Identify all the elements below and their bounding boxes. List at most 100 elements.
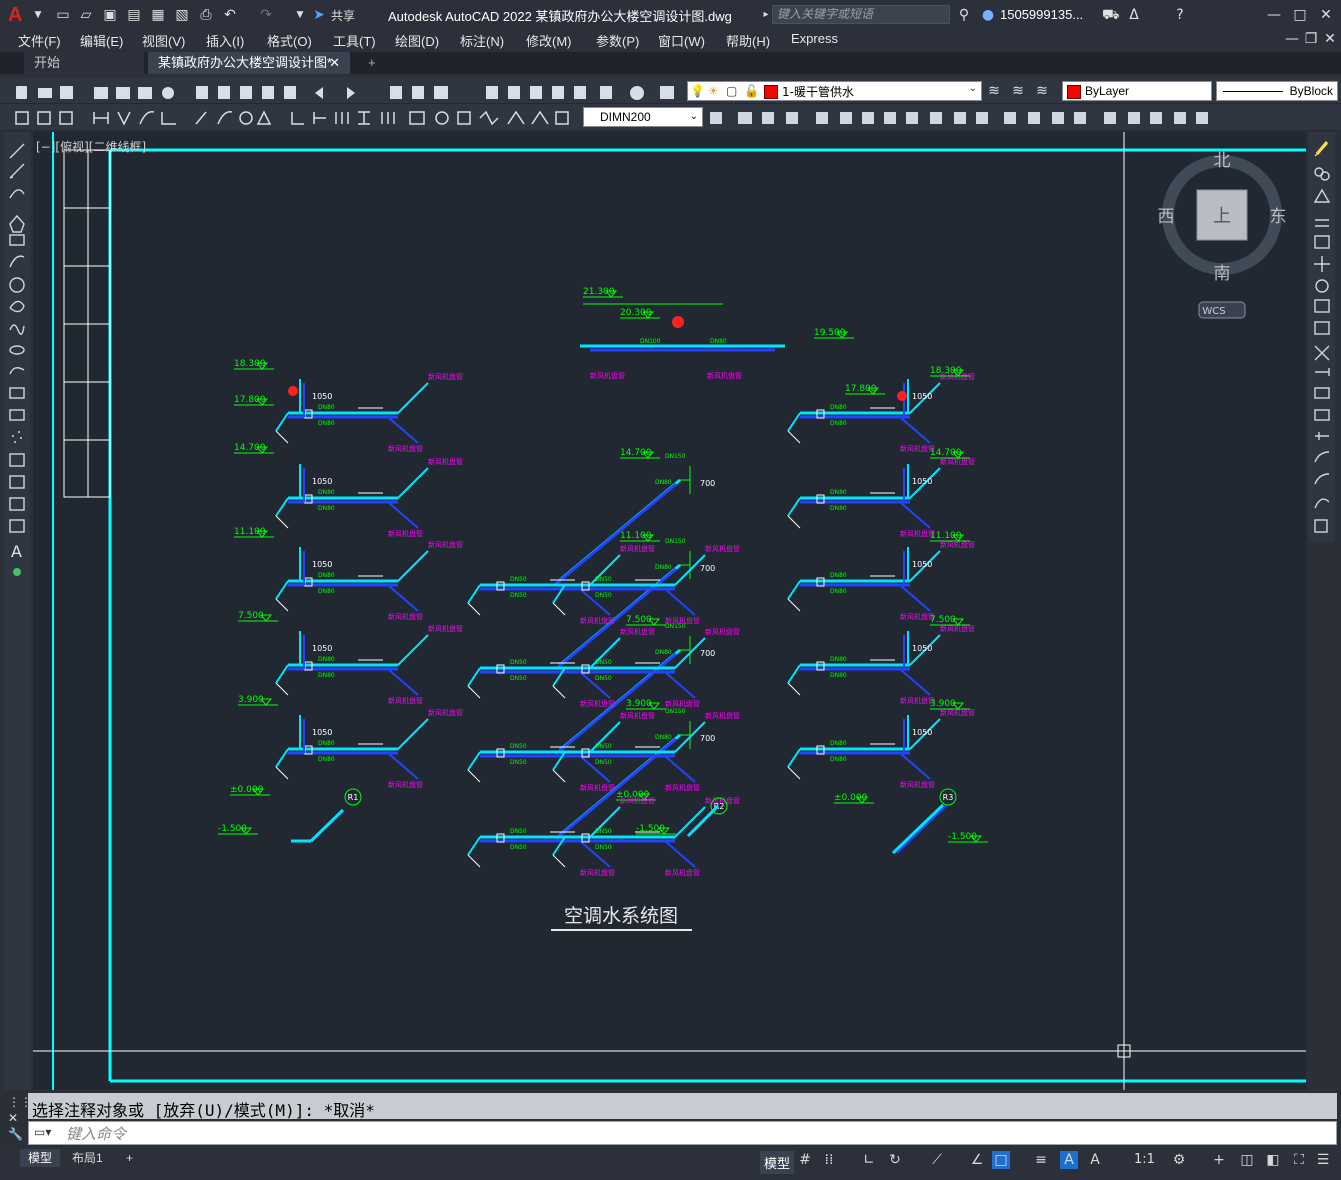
tab-layout1[interactable]: 布局1 bbox=[64, 1149, 111, 1167]
new-tab-button[interactable]: + bbox=[358, 52, 382, 74]
app-menu-arrow-icon[interactable]: ▼ bbox=[30, 7, 46, 23]
viewport-controls[interactable]: [−][俯视][二维线框] bbox=[36, 138, 146, 155]
modify-toolbar-icons[interactable] bbox=[706, 106, 1216, 128]
help-icon[interactable]: ? bbox=[1172, 7, 1188, 23]
equipment-label: 新风机盘管 bbox=[705, 711, 740, 720]
branch-pipe bbox=[397, 382, 429, 414]
branch-pipe bbox=[387, 416, 419, 444]
hardware-accel-icon[interactable]: ◧ bbox=[1264, 1151, 1282, 1169]
grid-icon[interactable]: # bbox=[796, 1151, 814, 1169]
command-prompt-icon[interactable]: ▭▾ bbox=[34, 1125, 51, 1139]
search-icon[interactable]: ⚲ bbox=[956, 7, 972, 23]
save-icon[interactable]: ▣ bbox=[102, 7, 118, 23]
save-web-icon[interactable]: ▧ bbox=[174, 7, 190, 23]
polar-icon[interactable]: ↻ bbox=[886, 1151, 904, 1169]
color-control-dropdown[interactable]: ByLayer bbox=[1062, 81, 1212, 101]
close-icon[interactable]: ✕ bbox=[1318, 7, 1334, 23]
dim-label: 1050 bbox=[312, 392, 332, 401]
search-input[interactable]: 键入关键字或短语 bbox=[772, 5, 950, 24]
tab-start[interactable]: 开始 bbox=[24, 52, 144, 74]
autodesk-a360-icon[interactable]: Δ bbox=[1126, 7, 1142, 23]
plot-icon[interactable]: ⎙ bbox=[198, 7, 214, 23]
menu-express[interactable]: Express bbox=[791, 31, 838, 46]
share-icon[interactable]: ➤ bbox=[311, 7, 327, 23]
menu-window[interactable]: 窗口(W) bbox=[658, 31, 705, 50]
annotation-visibility-icon[interactable]: A bbox=[1060, 1151, 1078, 1169]
layer-dropdown[interactable]: 💡 ☀ ▢ 🔓 1-暖干管供水 ⌄ bbox=[687, 81, 982, 101]
dim-style-dropdown[interactable]: DIMN200 ⌄ bbox=[583, 107, 703, 127]
isolate-icon[interactable]: ◫ bbox=[1238, 1151, 1256, 1169]
branch-pipe bbox=[664, 755, 696, 783]
menu-modify[interactable]: 修改(M) bbox=[526, 31, 572, 50]
user-name[interactable]: 1505999135... bbox=[1000, 7, 1083, 22]
user-icon[interactable]: ● bbox=[980, 7, 996, 23]
auto-scale-icon[interactable]: A bbox=[1086, 1151, 1104, 1169]
modify-vertical-icons[interactable] bbox=[1309, 132, 1335, 542]
autocad-logo[interactable]: A bbox=[8, 4, 28, 26]
linetype-control-dropdown[interactable]: ByBlock bbox=[1216, 81, 1338, 101]
command-line-handle[interactable]: ⋮⋮ ✕ 🔧 bbox=[8, 1094, 32, 1144]
doc-restore-icon[interactable]: ❐ bbox=[1303, 31, 1319, 47]
menu-tools[interactable]: 工具(T) bbox=[333, 31, 376, 50]
menu-parametric[interactable]: 参数(P) bbox=[596, 31, 639, 50]
menu-insert[interactable]: 插入(I) bbox=[206, 31, 244, 50]
lineweight-icon[interactable]: ≡ bbox=[1032, 1151, 1050, 1169]
draw-toolbar-icons[interactable]: A bbox=[4, 132, 30, 582]
add-layout-button[interactable]: + bbox=[118, 1149, 141, 1167]
cart-icon[interactable]: ⛟ bbox=[1102, 7, 1120, 23]
pipe-size-label: DN80 bbox=[830, 505, 847, 512]
object-snap-icon[interactable]: □ bbox=[992, 1151, 1010, 1169]
menu-view[interactable]: 视图(V) bbox=[142, 31, 185, 50]
share-label[interactable]: 共享 bbox=[331, 7, 355, 24]
open-web-icon[interactable]: ▦ bbox=[150, 7, 166, 23]
layer-properties-icon[interactable]: ≋ bbox=[986, 83, 1002, 99]
elevation-label: 19.500 bbox=[814, 328, 846, 338]
lightbulb-icon: 💡 bbox=[690, 84, 705, 98]
snap-icon[interactable]: ⁞⁞ bbox=[820, 1151, 838, 1169]
save-as-icon[interactable]: ▤ bbox=[126, 7, 142, 23]
menu-format[interactable]: 格式(O) bbox=[267, 31, 312, 50]
minimize-icon[interactable]: — bbox=[1266, 7, 1282, 23]
object-snap-tracking-icon[interactable]: ∠ bbox=[968, 1151, 986, 1169]
menu-draw[interactable]: 绘图(D) bbox=[395, 31, 439, 50]
plus-icon[interactable]: + bbox=[1210, 1151, 1228, 1169]
doc-minimize-icon[interactable]: — bbox=[1284, 31, 1300, 47]
customize-qat-icon[interactable]: ▼ bbox=[292, 7, 308, 23]
equipment-label: 新风机盘管 bbox=[665, 783, 700, 792]
tab-drawing[interactable]: 某镇政府办公大楼空调设计图* ✕ bbox=[148, 52, 350, 74]
doc-close-icon[interactable]: ✕ bbox=[1322, 31, 1338, 47]
dim-label: 1050 bbox=[312, 728, 332, 737]
menu-help[interactable]: 帮助(H) bbox=[726, 31, 770, 50]
new-file-icon[interactable]: ▭ bbox=[55, 7, 71, 23]
clean-screen-icon[interactable]: ⛶ bbox=[1290, 1151, 1308, 1169]
redo-icon[interactable]: ↷ bbox=[258, 7, 274, 23]
layer-previous-icon[interactable]: ≋ bbox=[1034, 83, 1050, 99]
menu-file[interactable]: 文件(F) bbox=[18, 31, 61, 50]
standard-toolbar-icons[interactable] bbox=[10, 80, 680, 102]
annotation-scale[interactable]: 1:1 bbox=[1134, 1152, 1155, 1167]
maximize-icon[interactable]: □ bbox=[1292, 7, 1308, 23]
branch-pipe bbox=[552, 769, 566, 783]
tab-model[interactable]: 模型 bbox=[20, 1149, 61, 1167]
pipe-size-label: DN50 bbox=[510, 592, 527, 599]
branch-pipe bbox=[552, 854, 566, 868]
menu-edit[interactable]: 编辑(E) bbox=[80, 31, 123, 50]
pipe-size-label: DN80 bbox=[655, 479, 672, 486]
make-current-layer-icon[interactable]: ≋ bbox=[1010, 83, 1026, 99]
isodraft-icon[interactable]: ⟋ bbox=[928, 1151, 946, 1169]
equipment-label: 新风机盘管 bbox=[388, 444, 423, 453]
command-input[interactable] bbox=[28, 1121, 1337, 1145]
ortho-icon[interactable]: ∟ bbox=[860, 1151, 878, 1169]
menu-dimension[interactable]: 标注(N) bbox=[460, 31, 504, 50]
open-file-icon[interactable]: ▱ bbox=[78, 7, 94, 23]
title-block bbox=[63, 149, 111, 498]
model-space-button[interactable]: 模型 bbox=[760, 1151, 795, 1174]
viewcube-south: 南 bbox=[1214, 264, 1231, 284]
tab-close-icon[interactable]: ✕ bbox=[329, 52, 340, 74]
undo-icon[interactable]: ↶ bbox=[222, 7, 238, 23]
drawing-canvas[interactable]: 上 北 南 西 东 WCS DN80 DN80 新风机盘管 新风机盘管 1050 DN80… bbox=[33, 132, 1306, 1090]
customize-status-icon[interactable]: ☰ bbox=[1314, 1151, 1332, 1169]
gear-icon[interactable]: ⚙ bbox=[1170, 1151, 1188, 1169]
pipe-size-label: DN80 bbox=[655, 734, 672, 741]
dimension-toolbar-icons[interactable] bbox=[10, 106, 580, 128]
